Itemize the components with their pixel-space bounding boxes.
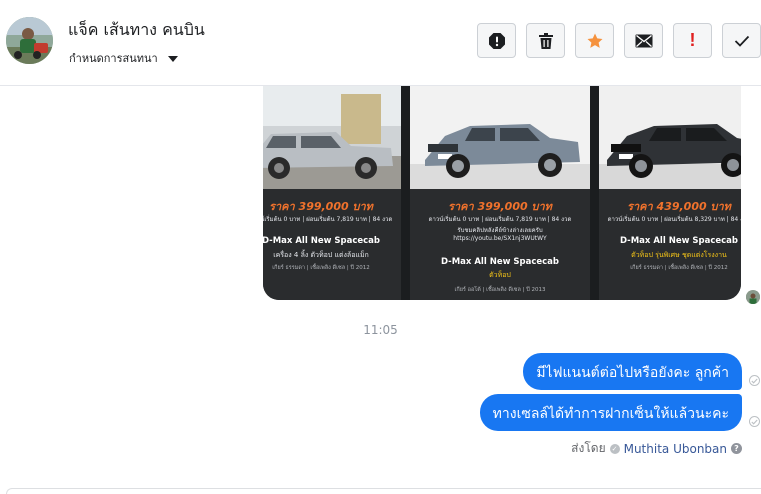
car-model: D-Max All New Spacecab [263, 236, 381, 246]
car-model: D-Max All New Spacecab [619, 236, 739, 246]
outgoing-message[interactable]: ทางเซลล์ได้ทำการฝากเซ็นให้แล้วนะคะ [479, 394, 742, 431]
car-specs: เกียร์ ธรรมดา | เชื้อเพลิง ดีเซล | ปี 20… [272, 265, 370, 271]
assign-conversation-dropdown[interactable]: กำหนดการสนทนา [69, 49, 178, 67]
car-specs: เกียร์ ธรรมดา | เชื้อเพลิง ดีเซล | ปี 20… [630, 265, 728, 271]
car-finance: ดาวน์เริ่มต้น 0 บาท | ผ่อนเริ่มต้น 7,819… [428, 216, 572, 223]
message-timestamp: 11:05 [363, 323, 398, 337]
exclamation-icon: ! [689, 30, 696, 50]
car-price: ราคา 399,000 บาท [448, 200, 552, 213]
car-subtitle: ตัวท็อป [489, 271, 511, 279]
car-model: D-Max All New Spacecab [440, 257, 560, 267]
car-specs: เกียร์ ออโต้ | เชื้อเพลิง ดีเซล | ปี 201… [454, 287, 546, 293]
car-finance: ดาวน์เริ่มต้น 0 บาท | ผ่อนเริ่มต้น 8,329… [607, 216, 741, 223]
delivered-check-icon [749, 416, 760, 427]
conversation-header: แจ็ค เส้นทาง คนบิน กำหนดการสนทนา ! [0, 0, 761, 86]
outgoing-message[interactable]: มีไฟแนนต์ต่อไปหรือยังคะ ลูกค้า [523, 353, 742, 390]
car-subtitle: เครื่อง 4 ลิ้ง ตัวท็อป แต่งล้อแม็ก [273, 251, 369, 259]
car-video-note: รับชมคลิปหลังคีย์ข้างล่างเลยครับ [457, 227, 543, 234]
follow-up-button[interactable] [575, 23, 614, 58]
caret-down-icon [167, 55, 178, 62]
priority-button[interactable]: ! [673, 23, 712, 58]
car-card[interactable]: ราคา 439,000 บาท ดาวน์เริ่มต้น 0 บาท | ผ… [599, 86, 741, 300]
delete-button[interactable] [526, 23, 565, 58]
assign-label: กำหนดการสนทนา [69, 52, 158, 65]
contact-avatar[interactable] [6, 17, 53, 64]
car-subtitle: ตัวท็อป รุ่นพิเศษ ชุดแต่งโรงงาน [631, 251, 727, 259]
car-photo [263, 86, 401, 189]
car-finance: ดาวน์เริ่มต้น 0 บาท | ผ่อนเริ่มต้น 7,819… [263, 216, 393, 223]
trash-icon [538, 32, 553, 49]
message-composer[interactable] [6, 488, 761, 494]
car-photo [599, 86, 741, 189]
car-listing-carousel[interactable]: ราคา 399,000 บาท ดาวน์เริ่มต้น 0 บาท | ผ… [263, 86, 741, 300]
sent-by-attribution: ส่งโดย ✓ Muthita Ubonban ? [571, 439, 742, 458]
verified-check-icon: ✓ [609, 443, 620, 454]
sent-by-prefix: ส่งโดย [571, 441, 606, 455]
car-price: ราคา 399,000 บาท [269, 200, 373, 213]
mark-unread-button[interactable] [624, 23, 663, 58]
seen-avatar [746, 290, 760, 304]
car-video-link: https://youtu.be/SX1nj3WUtWY [453, 235, 547, 242]
envelope-icon [635, 34, 652, 47]
contact-name[interactable]: แจ็ค เส้นทาง คนบิน [68, 18, 205, 43]
checkmark-icon [734, 35, 749, 47]
mark-done-button[interactable] [722, 23, 761, 58]
car-card[interactable]: ราคา 399,000 บาท ดาวน์เริ่มต้น 0 บาท | ผ… [410, 86, 590, 300]
help-icon[interactable]: ? [731, 443, 742, 454]
car-photo [410, 86, 590, 189]
conversation-toolbar: ! [477, 23, 761, 58]
car-card[interactable]: ราคา 399,000 บาท ดาวน์เริ่มต้น 0 บาท | ผ… [263, 86, 401, 300]
delivered-check-icon [749, 375, 760, 386]
car-price: ราคา 439,000 บาท [627, 200, 731, 213]
agent-name[interactable]: Muthita Ubonban [624, 442, 727, 456]
star-icon [587, 33, 602, 48]
alert-icon [488, 32, 505, 49]
spam-button[interactable] [477, 23, 516, 58]
